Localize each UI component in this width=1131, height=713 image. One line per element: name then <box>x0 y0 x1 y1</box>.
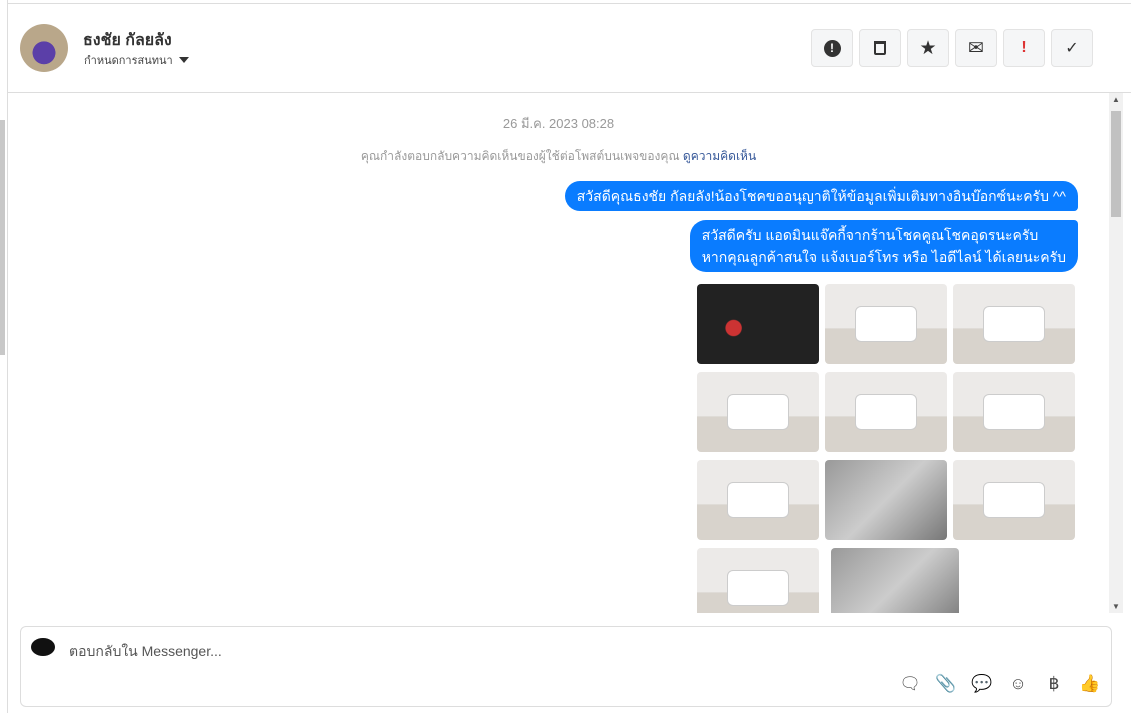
photo-attachment[interactable] <box>831 548 959 613</box>
photo-attachment[interactable] <box>953 284 1075 364</box>
message-bubble: สวัสดีครับ แอดมินแจ๊คกี้จากร้านโชคคูณโชค… <box>689 220 1078 272</box>
notice-text: คุณกำลังตอบกลับความคิดเห็นของผู้ใช้ต่อโพ… <box>360 149 680 163</box>
like-icon[interactable]: 👍 <box>1079 674 1101 694</box>
quick-reply-icon[interactable]: 💬 <box>971 674 993 694</box>
message-thread: 26 มี.ค. 2023 08:28 คุณกำลังตอบกลับความค… <box>8 93 1109 613</box>
check-icon: ✓ <box>1065 40 1079 57</box>
car-image <box>855 394 917 430</box>
message-text: สวัสดีคุณธงชัย กัลยลัง!น้องโชคขออนุญาติใ… <box>576 188 1066 204</box>
trash-icon <box>874 41 886 55</box>
payment-icon[interactable]: ฿ <box>1043 674 1065 694</box>
car-image <box>983 394 1045 430</box>
conversation-header: ธงชัย กัลยลัง กำหนดการสนทนา ! ★ ✉ ! ✓ <box>8 4 1131 93</box>
reply-input[interactable]: ตอบกลับใน Messenger... <box>69 641 222 663</box>
assign-conversation-dropdown[interactable]: กำหนดการสนทนา <box>84 51 189 69</box>
emoji-icon[interactable]: ☺ <box>1007 674 1029 694</box>
mark-unread-button[interactable]: ✉ <box>955 29 997 67</box>
report-icon: ! <box>823 39 841 57</box>
assign-label: กำหนดการสนทนา <box>84 55 173 67</box>
message-bubble: สวัสดีคุณธงชัย กัลยลัง!น้องโชคขออนุญาติใ… <box>564 181 1078 211</box>
photo-attachment[interactable] <box>825 372 947 452</box>
photo-attachment[interactable] <box>697 548 819 613</box>
photo-attachment[interactable] <box>697 284 819 364</box>
avatar[interactable] <box>20 24 68 72</box>
photo-attachment[interactable] <box>953 460 1075 540</box>
envelope-icon: ✉ <box>968 37 984 59</box>
timestamp: 26 มี.ค. 2023 08:28 <box>502 116 615 131</box>
thread-scrollbar[interactable]: ▲ ▼ <box>1109 93 1123 613</box>
done-button[interactable]: ✓ <box>1051 29 1093 67</box>
scroll-up-icon[interactable]: ▲ <box>1112 95 1120 104</box>
caret-down-icon <box>178 57 189 63</box>
car-image <box>983 482 1045 518</box>
reply-composer: ตอบกลับใน Messenger... 🗨 📎 💬 ☺ ฿ 👍 <box>20 626 1112 707</box>
car-image <box>855 306 917 342</box>
saved-reply-icon[interactable]: 🗨 <box>899 674 921 694</box>
photo-attachment[interactable] <box>825 284 947 364</box>
car-image <box>727 570 789 606</box>
contact-name[interactable]: ธงชัย กัลยลัง <box>83 28 172 53</box>
view-comment-link[interactable]: ดูความคิดเห็น <box>683 149 756 163</box>
delete-button[interactable] <box>859 29 901 67</box>
photo-attachment[interactable] <box>697 372 819 452</box>
spam-button[interactable]: ! <box>1003 29 1045 67</box>
message-text: สวัสดีครับ แอดมินแจ๊คกี้จากร้านโชคคูณโชค… <box>701 227 1039 243</box>
scroll-down-icon[interactable]: ▼ <box>1112 602 1120 611</box>
attachment-icon[interactable]: 📎 <box>935 674 957 694</box>
photo-attachment[interactable] <box>953 372 1075 452</box>
exclamation-icon: ! <box>1021 39 1027 56</box>
action-toolbar: ! ★ ✉ ! ✓ <box>811 29 1093 67</box>
star-button[interactable]: ★ <box>907 29 949 67</box>
star-icon: ★ <box>919 37 937 59</box>
scrollbar-thumb[interactable] <box>1111 111 1121 217</box>
report-button[interactable]: ! <box>811 29 853 67</box>
photo-attachment[interactable] <box>697 460 819 540</box>
message-text: หากคุณลูกค้าสนใจ แจ้งเบอร์โทร หรือ ไอดีไ… <box>701 249 1066 265</box>
photo-attachment[interactable] <box>825 460 947 540</box>
car-image <box>727 482 789 518</box>
page-avatar <box>31 638 55 656</box>
car-image <box>727 394 789 430</box>
comment-notice: คุณกำลังตอบกลับความคิดเห็นของผู้ใช้ต่อโพ… <box>8 147 1109 166</box>
composer-tools: 🗨 📎 💬 ☺ ฿ 👍 <box>899 674 1101 694</box>
left-scrollbar[interactable] <box>0 120 5 355</box>
car-image <box>983 306 1045 342</box>
